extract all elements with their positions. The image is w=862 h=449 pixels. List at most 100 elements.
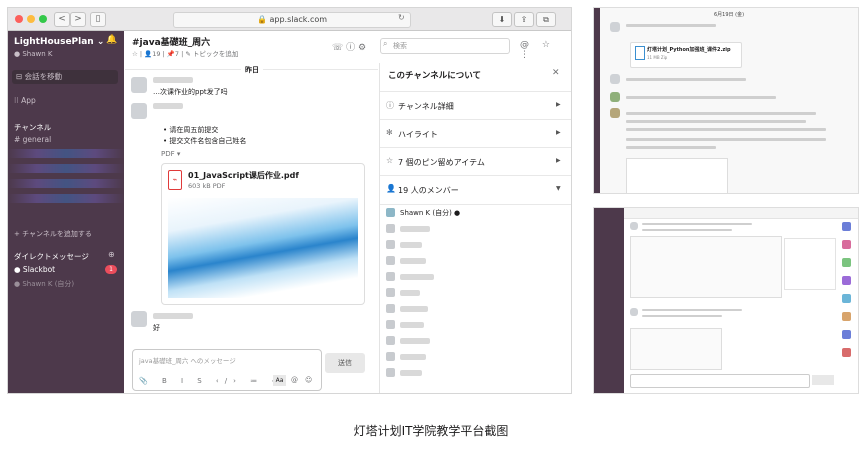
avatar [842, 294, 851, 303]
panel-item-details[interactable]: ⓘ チャンネル詳細 ▶ [380, 91, 571, 120]
member-row[interactable]: Shawn K (自分) ● [386, 207, 566, 219]
member-name: Shawn K (自分) ● [400, 209, 461, 217]
avatar [386, 272, 395, 281]
member-row[interactable] [386, 319, 566, 331]
jump-to-button[interactable]: ⊟ 会話を移動 [12, 70, 118, 84]
blurred-member-name [400, 338, 430, 344]
blurred-channel-item [8, 194, 124, 203]
download-icon[interactable]: ⬇ [492, 12, 512, 27]
close-window-button[interactable] [15, 15, 23, 23]
member-row[interactable] [386, 287, 566, 299]
sidebar-strip [594, 208, 624, 393]
member-row[interactable] [386, 223, 566, 235]
avatar[interactable] [131, 311, 147, 327]
member-row[interactable] [386, 335, 566, 347]
address-bar[interactable]: 🔒 app.slack.com [173, 12, 411, 28]
avatar [386, 256, 395, 265]
header-right-icons[interactable]: @ ☆ ⋮ [520, 40, 571, 60]
member-row[interactable] [386, 367, 566, 379]
panel-item-pins[interactable]: ☆ 7 個のピン留めアイテム ▶ [380, 147, 571, 176]
member-row[interactable] [386, 255, 566, 267]
bell-icon[interactable]: 🔔 [106, 35, 117, 45]
composer-placeholder[interactable]: java基礎班_周六 へのメッセージ [139, 355, 236, 365]
blurred-member-name [400, 290, 420, 296]
avatar [842, 330, 851, 339]
unread-badge: 1 [105, 265, 117, 274]
slack-window-screenshot: < > ▯ 🔒 app.slack.com ↻ ⬇ ⇪ ⧉ LightHouse… [8, 8, 571, 393]
member-row[interactable] [386, 351, 566, 363]
share-icon[interactable]: ⇪ [514, 12, 534, 27]
avatar [610, 92, 620, 102]
avatar [386, 336, 395, 345]
date-divider: 昨日 [241, 65, 263, 75]
message-composer[interactable]: java基礎班_周六 へのメッセージ 📎 B I S ‹/› ≔ ⋯ Aa @ … [132, 349, 322, 391]
forward-button[interactable]: > [70, 12, 86, 27]
blurred-member-name [400, 370, 422, 376]
avatar[interactable] [131, 103, 147, 119]
panel-item-highlights[interactable]: ✻ ハイライト ▶ [380, 119, 571, 148]
channels-heading[interactable]: チャンネル [14, 122, 51, 133]
panel-item-members[interactable]: 👤 19 人のメンバー ▼ [380, 175, 571, 205]
sidebar-toggle-icon[interactable]: ▯ [90, 12, 106, 27]
avatar [386, 320, 395, 329]
file-preview-image[interactable] [168, 198, 358, 298]
avatar[interactable] [131, 77, 147, 93]
member-row[interactable] [386, 239, 566, 251]
search-input[interactable]: 検索 [380, 38, 510, 54]
zoom-window-button[interactable] [39, 15, 47, 23]
message-line [626, 24, 716, 27]
format-toolbar[interactable]: 📎 B I S ‹/› ≔ ⋯ [139, 377, 284, 385]
message-line [642, 223, 752, 225]
sidebar-item-self[interactable]: ● Shawn K (自分) [14, 279, 74, 289]
emoji-icon[interactable]: ☺ [305, 376, 312, 384]
pin-icon: ☆ [386, 156, 394, 165]
panel-title: このチャンネルについて [388, 71, 481, 81]
sidebar-item-slackbot[interactable]: ● Slackbot [14, 265, 55, 274]
channel-header-icons[interactable]: ☏ ⓘ ⚙ [332, 40, 366, 53]
channel-header-bar [624, 208, 858, 219]
message-line [626, 120, 806, 123]
avatar [842, 276, 851, 285]
code-snippet-preview [630, 328, 722, 370]
member-row[interactable] [386, 303, 566, 315]
chevron-right-icon: ▶ [556, 129, 561, 136]
member-avatar-column [842, 222, 852, 372]
message-line [626, 96, 776, 99]
avatar [842, 348, 851, 357]
avatar [610, 22, 620, 32]
blurred-member-name [400, 258, 426, 264]
team-name[interactable]: LightHousePlan ⌄ [14, 37, 104, 47]
reload-icon[interactable]: ↻ [398, 13, 405, 22]
add-dm-icon[interactable]: ⊕ [108, 250, 115, 259]
lock-icon: 🔒 [256, 15, 267, 24]
blurred-channel-item [8, 149, 124, 158]
pdf-label[interactable]: PDF ▾ [161, 150, 180, 158]
channel-details-panel: このチャンネルについて ✕ ⓘ チャンネル詳細 ▶ ✻ ハイライト ▶ ☆ 7 … [379, 63, 571, 393]
direct-messages-heading[interactable]: ダイレクトメッセージ [14, 251, 89, 262]
url-text: app.slack.com [269, 15, 328, 24]
mention-icon[interactable]: @ [291, 376, 298, 384]
member-row[interactable] [386, 271, 566, 283]
info-icon: ⓘ [386, 101, 394, 110]
send-button[interactable]: 送信 [325, 353, 365, 373]
channel-title[interactable]: #java基礎班_周六 [132, 35, 210, 48]
avatar [386, 240, 395, 249]
file-attachment[interactable]: ⌁ 01_JavaScript课后作业.pdf 603 kB PDF [161, 163, 365, 305]
file-icon [635, 46, 645, 60]
blurred-member-name [400, 354, 426, 360]
close-icon[interactable]: ✕ [552, 68, 560, 78]
chat-screenshot-bottom [594, 208, 858, 393]
avatar [386, 224, 395, 233]
sidebar-item-general[interactable]: # general [14, 135, 51, 144]
back-button[interactable]: < [54, 12, 70, 27]
file-name[interactable]: 01_JavaScript课后作业.pdf [188, 170, 299, 181]
channel-meta[interactable]: ☆ | 👤19 | 📌7 | ✎ トピックを追加 [132, 48, 238, 58]
list-item: • 提交文件名包含自己姓名 [163, 137, 247, 145]
panel-item-label: 7 個のピン留めアイテム [398, 158, 485, 167]
add-channel-button[interactable]: + チャンネルを追加する [14, 229, 92, 239]
tabs-icon[interactable]: ⧉ [536, 12, 556, 27]
pdf-icon: ⌁ [168, 170, 182, 190]
format-toggle-button[interactable]: Aa [273, 375, 286, 386]
sidebar-item-apps[interactable]: ⁝⁝ App [14, 96, 36, 105]
minimize-window-button[interactable] [27, 15, 35, 23]
